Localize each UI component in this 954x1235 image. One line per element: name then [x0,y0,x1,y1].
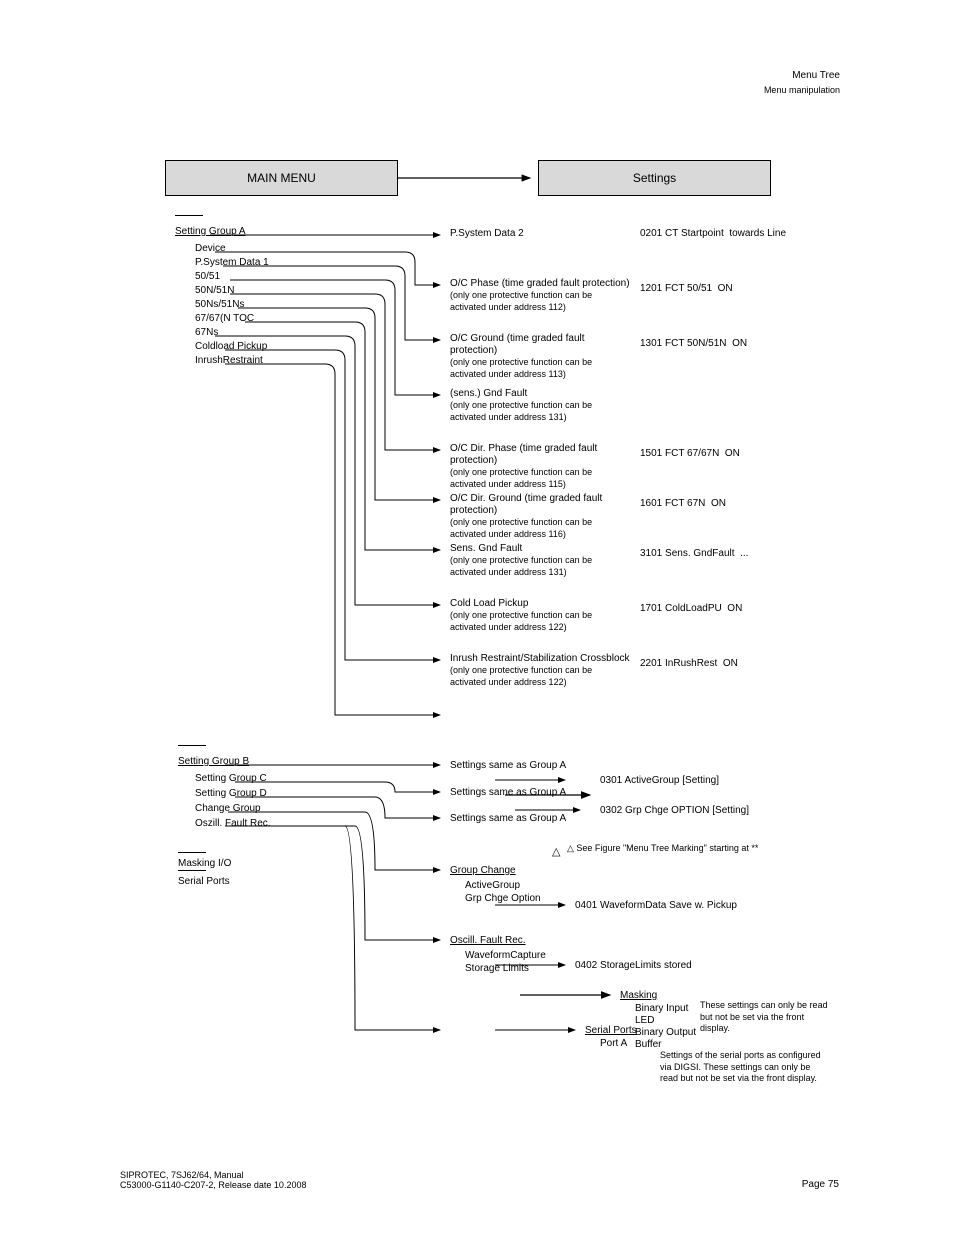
col2-entry: Inrush Restraint/Stabilization Crossbloc… [450,653,630,665]
menu-item: 50Ns/51Ns [195,299,244,311]
menu-item: 50/51 [195,271,220,283]
masking-item: LED [635,1015,654,1027]
param-row: 1201 FCT 50/51 ON [640,283,820,295]
param-row: 0402 StorageLimits stored [575,960,775,972]
menu-item: Change Group [195,803,261,815]
setting-group-a-label: Setting Group A [175,226,246,238]
setting-group-b-label: Setting Group B [178,756,249,768]
gc-item: Grp Chge Option [465,893,541,905]
ports-note: Settings of the serial ports as configur… [660,1050,830,1085]
param-row: 2201 InRushRest ON [640,658,820,670]
menu-item: Oszill. Fault Rec. [195,818,271,830]
col2-note: (only one protective function can be act… [450,467,630,490]
settings-box: Settings [538,160,771,196]
col2-same-a: Settings same as Group A [450,760,566,772]
param-row: 1501 FCT 67/67N ON [640,448,820,460]
col2-note: (only one protective function can be act… [450,400,630,423]
masking-note: These settings can only be read but not … [700,1000,830,1035]
param-row: 3101 Sens. GndFault ... [640,548,820,560]
menu-item: 67/67(N TOC [195,313,254,325]
serial-ports-label: Serial Ports [178,876,230,888]
ports-header: Serial Ports [585,1025,637,1037]
col2-note: (only one protective function can be act… [450,357,630,380]
param-row: 0201 CT Startpoint towards Line [640,228,820,240]
menu-item: 67Ns [195,327,218,339]
main-menu-box: MAIN MENU [165,160,398,196]
os-item: WaveformCapture [465,950,546,962]
col2-entry: Sens. Gnd Fault [450,543,630,555]
col2-note: (only one protective function can be act… [450,610,630,633]
col2-entry: Cold Load Pickup [450,598,630,610]
gc-item: ActiveGroup [465,880,520,892]
param-row: 1301 FCT 50N/51N ON [640,338,820,350]
menu-item: Setting Group D [195,788,267,800]
menu-item: Setting Group C [195,773,267,785]
col2-entry: (sens.) Gnd Fault [450,388,630,400]
triangle-icon: △ [552,845,560,858]
masking-item: Binary Input [635,1003,688,1015]
col2-entry: O/C Dir. Phase (time graded fault protec… [450,443,630,467]
footer-page: Page 75 [802,1179,839,1190]
masking-io-label: Masking I/O [178,858,231,870]
group-change-header: Group Change [450,865,516,877]
doc-section-title: Menu Tree [720,70,840,81]
delta-note: △ See Figure "Menu Tree Marking" startin… [567,843,777,855]
param-row: 0302 Grp Chge OPTION [Setting] [600,805,800,817]
masking-item: Binary Output [635,1027,696,1039]
col2-same-b: Settings same as Group A [450,787,566,799]
masking-item: Buffer [635,1039,662,1051]
param-row: 1601 FCT 67N ON [640,498,820,510]
col2-note: (only one protective function can be act… [450,555,630,578]
param-row: 0401 WaveformData Save w. Pickup [575,900,775,912]
col2-entry: O/C Phase (time graded fault protection) [450,278,630,290]
menu-item: InrushRestraint [195,355,263,367]
param-row: 0301 ActiveGroup [Setting] [600,775,800,787]
col2-note: (only one protective function can be act… [450,517,630,540]
footer-doc: SIPROTEC, 7SJ62/64, Manual C53000-G1140-… [120,1170,306,1190]
menu-item: Device [195,243,226,255]
os-item: Storage Limits [465,963,529,975]
col2-note: (only one protective function can be act… [450,290,630,313]
param-row: 1701 ColdLoadPU ON [640,603,820,615]
menu-item: P.System Data 1 [195,257,269,269]
menu-item: 50N/51N [195,285,234,297]
masking-header: Masking [620,990,657,1002]
col2-entry: P.System Data 2 [450,228,524,240]
col2-entry: O/C Ground (time graded fault protection… [450,333,630,357]
col2-same-c: Settings same as Group A [450,813,566,825]
col2-entry: O/C Dir. Ground (time graded fault prote… [450,493,630,517]
ports-item: Port A [600,1038,627,1050]
menu-item: Coldload Pickup [195,341,267,353]
oscill-header: Oscill. Fault Rec. [450,935,526,947]
col2-note: (only one protective function can be act… [450,665,630,688]
doc-section-subtitle: Menu manipulation [720,85,840,95]
